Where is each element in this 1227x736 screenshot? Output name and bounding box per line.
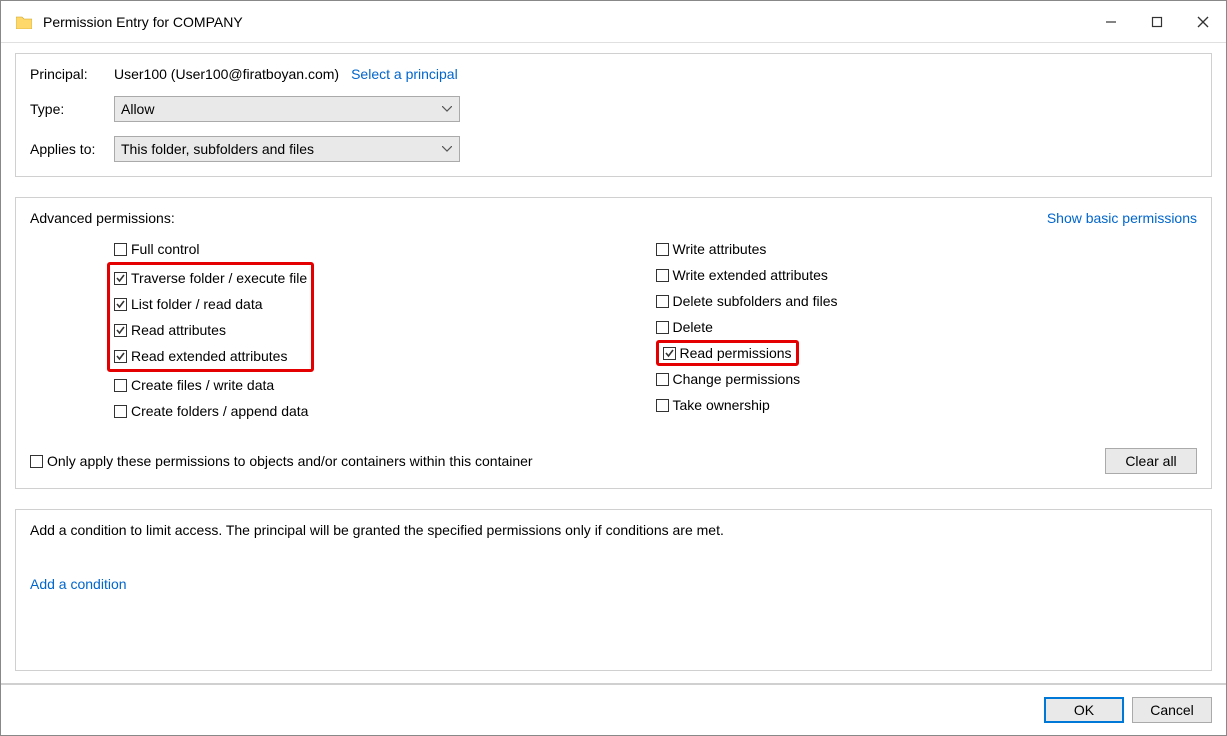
checkbox[interactable] — [114, 405, 127, 418]
clear-all-button[interactable]: Clear all — [1105, 448, 1197, 474]
window-title: Permission Entry for COMPANY — [43, 14, 243, 30]
checkbox-label: Write attributes — [673, 241, 767, 257]
perm-create-files[interactable]: Create files / write data — [114, 372, 656, 398]
checkbox-label: Write extended attributes — [673, 267, 828, 283]
principal-panel: Principal: User100 (User100@firatboyan.c… — [15, 53, 1212, 177]
folder-icon — [15, 13, 33, 31]
perm-change-permissions[interactable]: Change permissions — [656, 366, 1198, 392]
checkbox-label: Traverse folder / execute file — [131, 270, 307, 286]
maximize-button[interactable] — [1134, 1, 1180, 43]
checkbox[interactable] — [114, 379, 127, 392]
select-principal-link[interactable]: Select a principal — [351, 66, 458, 82]
checkbox[interactable] — [114, 243, 127, 256]
perm-take-ownership[interactable]: Take ownership — [656, 392, 1198, 418]
cancel-button[interactable]: Cancel — [1132, 697, 1212, 723]
perm-create-folders[interactable]: Create folders / append data — [114, 398, 656, 424]
title-bar: Permission Entry for COMPANY — [1, 1, 1226, 43]
perm-read-extended-attributes[interactable]: Read extended attributes — [114, 343, 307, 369]
checkbox-label: Delete subfolders and files — [673, 293, 838, 309]
perm-read-permissions[interactable]: Read permissions — [656, 340, 799, 366]
checkbox-label: Create files / write data — [131, 377, 274, 393]
checkbox-label: Create folders / append data — [131, 403, 308, 419]
checkbox[interactable] — [656, 321, 669, 334]
ok-button[interactable]: OK — [1044, 697, 1124, 723]
perm-delete-subfolders[interactable]: Delete subfolders and files — [656, 288, 1198, 314]
permissions-left-column: Full control Traverse folder / execute f… — [114, 236, 656, 424]
applies-to-label: Applies to: — [30, 141, 114, 157]
dialog-footer: OK Cancel — [1, 683, 1226, 735]
close-button[interactable] — [1180, 1, 1226, 43]
checkbox-label: Read extended attributes — [131, 348, 287, 364]
applies-to-select[interactable]: This folder, subfolders and files — [114, 136, 460, 162]
checkbox[interactable] — [114, 272, 127, 285]
checkbox[interactable] — [656, 373, 669, 386]
checkbox-label: Full control — [131, 241, 199, 257]
checkbox[interactable] — [656, 295, 669, 308]
checkbox[interactable] — [656, 243, 669, 256]
condition-description: Add a condition to limit access. The pri… — [30, 522, 1197, 538]
permissions-panel: Advanced permissions: Show basic permiss… — [15, 197, 1212, 489]
checkbox-label: Take ownership — [673, 397, 770, 413]
type-label: Type: — [30, 101, 114, 117]
permissions-right-column: Write attributes Write extended attribut… — [656, 236, 1198, 424]
checkbox-label: Read permissions — [680, 345, 792, 361]
principal-value: User100 (User100@firatboyan.com) — [114, 66, 339, 82]
checkbox[interactable] — [656, 399, 669, 412]
perm-delete[interactable]: Delete — [656, 314, 1198, 340]
add-condition-link[interactable]: Add a condition — [30, 576, 127, 592]
checkbox-label: List folder / read data — [131, 296, 263, 312]
perm-write-attributes[interactable]: Write attributes — [656, 236, 1198, 262]
show-basic-permissions-link[interactable]: Show basic permissions — [1047, 210, 1197, 226]
perm-traverse-folder[interactable]: Traverse folder / execute file — [114, 265, 307, 291]
perm-full-control[interactable]: Full control — [114, 236, 656, 262]
conditions-panel: Add a condition to limit access. The pri… — [15, 509, 1212, 671]
only-apply-checkbox[interactable]: Only apply these permissions to objects … — [30, 448, 533, 474]
perm-read-attributes[interactable]: Read attributes — [114, 317, 307, 343]
checkbox[interactable] — [114, 298, 127, 311]
checkbox-label: Read attributes — [131, 322, 226, 338]
checkbox[interactable] — [114, 350, 127, 363]
principal-label: Principal: — [30, 66, 114, 82]
checkbox[interactable] — [30, 455, 43, 468]
checkbox-label: Only apply these permissions to objects … — [47, 453, 533, 469]
type-select[interactable]: Allow — [114, 96, 460, 122]
checkbox[interactable] — [656, 269, 669, 282]
minimize-button[interactable] — [1088, 1, 1134, 43]
checkbox[interactable] — [663, 347, 676, 360]
checkbox-label: Change permissions — [673, 371, 801, 387]
checkbox-label: Delete — [673, 319, 713, 335]
checkbox[interactable] — [114, 324, 127, 337]
perm-list-folder[interactable]: List folder / read data — [114, 291, 307, 317]
perm-write-extended-attributes[interactable]: Write extended attributes — [656, 262, 1198, 288]
advanced-permissions-heading: Advanced permissions: — [30, 210, 175, 226]
